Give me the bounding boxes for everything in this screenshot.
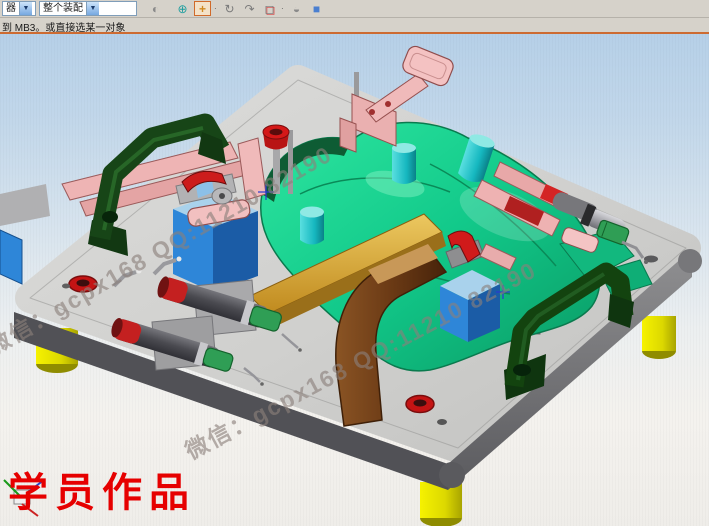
chevron-down-icon[interactable]: ▼ <box>19 2 32 15</box>
rotate-view-icon[interactable]: ↻ <box>221 1 238 16</box>
prompt-text: 到 MB3。或直接选某一对象 <box>2 23 125 32</box>
move-object-icon[interactable]: + <box>194 1 211 16</box>
model-scene <box>0 34 709 526</box>
selection-scope-combo[interactable]: 整个装配 ▼ <box>39 1 137 16</box>
dropdown-dot-icon[interactable]: · <box>214 4 218 13</box>
selection-scope-value: 整个装配 <box>40 2 86 15</box>
prompt-bar: 到 MB3。或直接选某一对象 <box>0 18 709 32</box>
dropdown-dot-icon[interactable]: · <box>281 4 285 13</box>
render-style-icon[interactable]: ◐ <box>147 1 164 16</box>
graphics-viewport[interactable]: 微信：gcpx168 QQ:11210 82190 微信：gcpx168 QQ:… <box>0 34 709 526</box>
selection-filter-value: 器 <box>3 2 19 15</box>
show-hide-icon[interactable]: ◒ <box>288 1 305 16</box>
shaded-display-icon[interactable]: ■ <box>308 1 325 16</box>
cad-application-window: 器 ▼ 整个装配 ▼ ◐ ⊕ + · ↻ ↷ ◻ · ◒ ■ 到 MB3。或直接… <box>0 0 709 526</box>
select-rect-icon[interactable]: ◻ <box>261 1 278 16</box>
caption-student-work: 学员作品 <box>8 460 196 518</box>
orbit-view-icon[interactable]: ↷ <box>241 1 258 16</box>
selection-filter-combo[interactable]: 器 ▼ <box>2 1 36 16</box>
toolbar: 器 ▼ 整个装配 ▼ ◐ ⊕ + · ↻ ↷ ◻ · ◒ ■ <box>0 0 709 18</box>
chevron-down-icon[interactable]: ▼ <box>86 2 99 15</box>
pan-view-icon[interactable]: ⊕ <box>174 1 191 16</box>
